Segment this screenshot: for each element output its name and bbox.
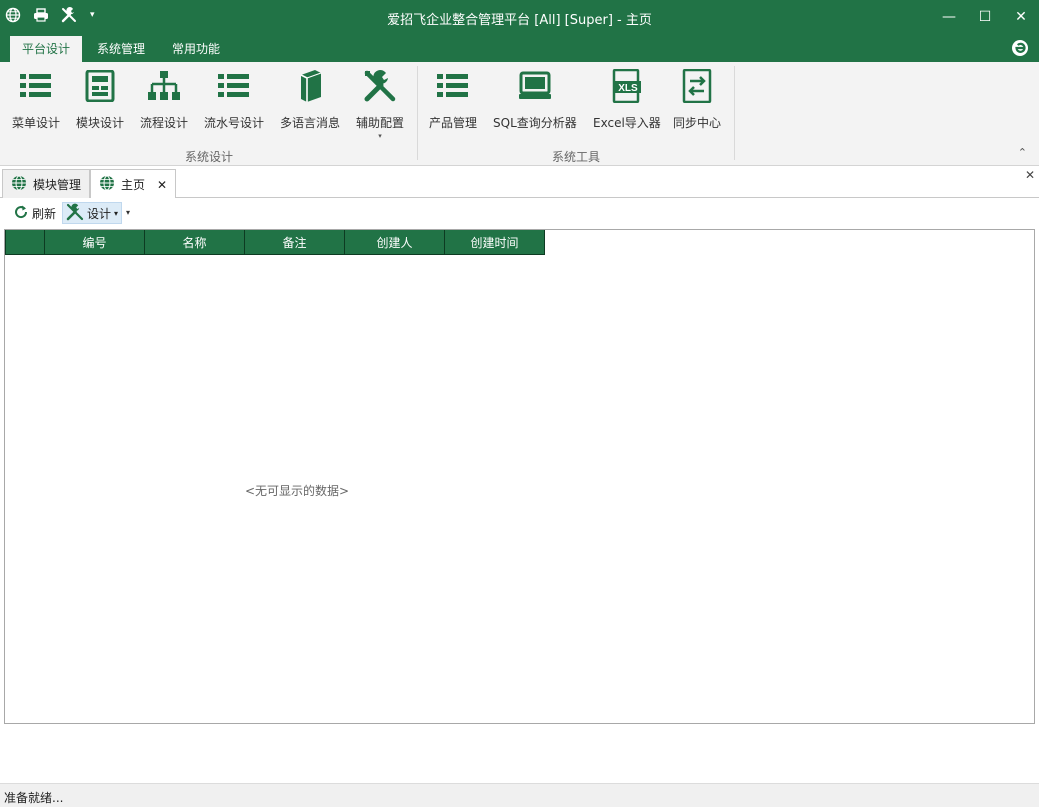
window-controls: — ☐ ✕ — [931, 0, 1039, 34]
group-separator — [417, 66, 418, 160]
document-tab-strip: 模块管理 主页 ✕ ✕ — [0, 167, 1039, 199]
sync-center-button[interactable]: 同步中心 — [673, 68, 721, 131]
excel-importer-label: Excel导入器 — [593, 116, 661, 130]
globe-icon — [11, 175, 27, 194]
list-icon — [436, 68, 470, 104]
grid-header-row: 编号 名称 备注 创建人 创建时间 — [5, 230, 545, 255]
maximize-button[interactable]: ☐ — [967, 0, 1003, 34]
doc-tab-label: 模块管理 — [33, 177, 82, 192]
tab-common-functions[interactable]: 常用功能 — [160, 36, 232, 62]
doc-tab-module-management[interactable]: 模块管理 — [2, 169, 91, 198]
status-bar: 准备就绪... — [0, 783, 1039, 807]
grid-header-number[interactable]: 编号 — [45, 230, 145, 255]
module-design-label: 模块设计 — [76, 116, 125, 130]
xls-icon-text: XLS — [618, 83, 638, 94]
close-button[interactable]: ✕ — [1003, 0, 1039, 34]
ribbon-collapse-icon[interactable]: ⌃ — [1018, 146, 1027, 159]
refresh-label: 刷新 — [32, 206, 57, 221]
design-caret-icon: ▾ — [114, 208, 119, 218]
menu-design-label: 菜单设计 — [12, 116, 61, 130]
ribbon-tab-strip: 平台设计 系统管理 常用功能 — [0, 34, 1039, 62]
serial-number-design-label: 流水号设计 — [204, 116, 265, 130]
status-text: 准备就绪... — [4, 791, 64, 805]
grid-header-create-time[interactable]: 创建时间 — [445, 230, 545, 255]
grid-empty-message: <无可显示的数据> — [245, 484, 350, 498]
aux-config-dropdown-icon[interactable]: ▾ — [378, 132, 382, 140]
terminal-icon — [518, 68, 552, 104]
title-bar: ▾ 爱招飞企业整合管理平台 [All] [Super] - 主页 — ☐ ✕ — [0, 0, 1039, 34]
grid-header-remark[interactable]: 备注 — [245, 230, 345, 255]
menu-design-button[interactable]: 菜单设计 — [12, 68, 60, 131]
list-icon — [19, 68, 53, 104]
product-management-label: 产品管理 — [429, 116, 478, 130]
sql-analyzer-button[interactable]: SQL查询分析器 — [493, 68, 577, 131]
doc-tab-label: 主页 — [121, 178, 146, 192]
aux-config-label: 辅助配置 — [356, 116, 405, 130]
book-icon — [293, 68, 327, 104]
tools-icon — [363, 68, 397, 104]
toolbar-overflow-icon[interactable]: ▾ — [126, 208, 130, 217]
data-grid[interactable]: 编号 名称 备注 创建人 创建时间 <无可显示的数据> — [4, 229, 1035, 724]
refresh-icon — [13, 204, 29, 223]
aux-config-button[interactable]: 辅助配置 ▾ — [356, 68, 404, 140]
grid-toolbar: 刷新 设计 ▾ ▾ — [0, 198, 1039, 227]
group-label-system-tools: 系统工具 — [552, 150, 601, 164]
tab-platform-design[interactable]: 平台设计 — [10, 36, 83, 62]
flow-design-button[interactable]: 流程设计 — [140, 68, 188, 131]
close-tab-icon[interactable]: ✕ — [157, 178, 167, 192]
doc-tab-home[interactable]: 主页 ✕ — [90, 169, 177, 199]
flow-design-label: 流程设计 — [140, 116, 189, 130]
flowchart-icon — [147, 68, 181, 104]
list-icon — [217, 68, 251, 104]
xls-icon: XLS — [610, 68, 644, 104]
group-label-system-design: 系统设计 — [185, 150, 234, 164]
multilang-message-label: 多语言消息 — [280, 116, 341, 130]
module-design-button[interactable]: 模块设计 — [76, 68, 124, 131]
close-panel-icon[interactable]: ✕ — [1025, 168, 1035, 182]
serial-number-design-button[interactable]: 流水号设计 — [204, 68, 264, 131]
sync-center-label: 同步中心 — [673, 116, 722, 130]
group-separator — [734, 66, 735, 160]
grid-header-name[interactable]: 名称 — [145, 230, 245, 255]
window-title: 爱招飞企业整合管理平台 [All] [Super] - 主页 — [387, 13, 652, 28]
tools-icon — [66, 203, 84, 224]
sync-icon — [680, 68, 714, 104]
tab-system-management[interactable]: 系统管理 — [85, 36, 157, 62]
module-icon — [83, 68, 117, 104]
minimize-button[interactable]: — — [931, 0, 967, 34]
grid-header-creator[interactable]: 创建人 — [345, 230, 445, 255]
product-management-button[interactable]: 产品管理 — [429, 68, 477, 131]
design-label: 设计 — [87, 206, 112, 221]
globe-icon — [99, 175, 115, 194]
excel-importer-button[interactable]: XLS Excel导入器 — [593, 68, 661, 131]
grid-header-indicator[interactable] — [5, 230, 45, 255]
brand-logo-icon — [1011, 39, 1029, 57]
design-dropdown-button[interactable]: 设计 ▾ — [62, 202, 123, 224]
refresh-button[interactable]: 刷新 — [10, 202, 59, 224]
sql-analyzer-label: SQL查询分析器 — [493, 116, 577, 130]
ribbon: 菜单设计 模块设计 流程设计 流水号设计 多语言消息 辅助配置 ▾ 系统设计 产… — [0, 62, 1039, 166]
multilang-message-button[interactable]: 多语言消息 — [280, 68, 340, 131]
